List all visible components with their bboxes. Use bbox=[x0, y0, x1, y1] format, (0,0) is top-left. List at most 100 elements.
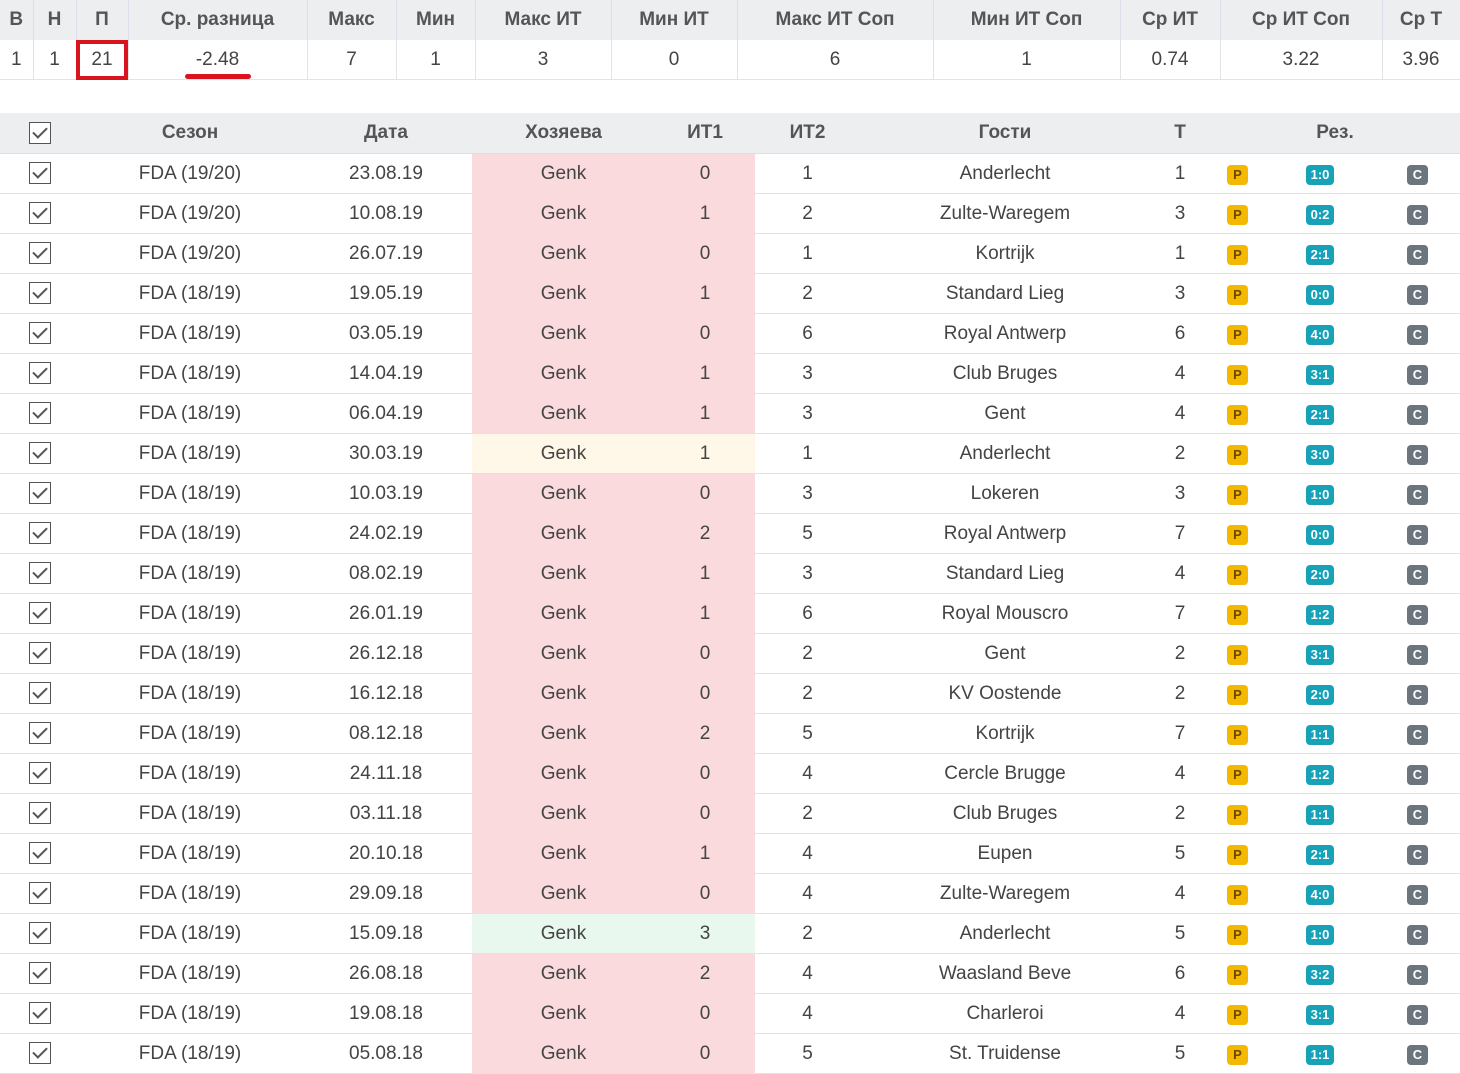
c-badge[interactable]: C bbox=[1406, 404, 1429, 425]
row-checkbox[interactable] bbox=[0, 353, 80, 394]
p-badge[interactable]: P bbox=[1227, 924, 1248, 945]
checkbox-icon[interactable] bbox=[29, 242, 51, 265]
checkbox-icon[interactable] bbox=[29, 162, 51, 185]
row-checkbox[interactable] bbox=[0, 953, 80, 994]
p-badge[interactable]: P bbox=[1227, 1044, 1248, 1065]
table-row[interactable]: FDA (18/19) 30.03.19 Genk 1 1 Anderlecht… bbox=[0, 433, 1460, 474]
row-checkbox[interactable] bbox=[0, 673, 80, 714]
c-badge[interactable]: C bbox=[1406, 1004, 1429, 1025]
result-badge[interactable]: 3:2 bbox=[1305, 964, 1335, 985]
table-row[interactable]: FDA (18/19) 16.12.18 Genk 0 2 KV Oostend… bbox=[0, 673, 1460, 714]
p-badge[interactable]: P bbox=[1227, 244, 1248, 265]
c-badge[interactable]: C bbox=[1406, 524, 1429, 545]
checkbox-icon[interactable] bbox=[29, 522, 51, 545]
c-badge[interactable]: C bbox=[1406, 164, 1429, 185]
c-badge[interactable]: C bbox=[1406, 964, 1429, 985]
p-badge[interactable]: P bbox=[1227, 884, 1248, 905]
checkbox-icon[interactable] bbox=[29, 842, 51, 865]
table-row[interactable]: FDA (18/19) 29.09.18 Genk 0 4 Zulte-Ware… bbox=[0, 873, 1460, 914]
row-checkbox[interactable] bbox=[0, 193, 80, 234]
p-badge[interactable]: P bbox=[1227, 684, 1248, 705]
p-badge[interactable]: P bbox=[1227, 804, 1248, 825]
p-badge[interactable]: P bbox=[1227, 324, 1248, 345]
result-badge[interactable]: 0:0 bbox=[1305, 284, 1335, 305]
table-row[interactable]: FDA (18/19) 14.04.19 Genk 1 3 Club Bruge… bbox=[0, 353, 1460, 394]
result-badge[interactable]: 2:1 bbox=[1305, 404, 1335, 425]
row-checkbox[interactable] bbox=[0, 553, 80, 594]
c-badge[interactable]: C bbox=[1406, 204, 1429, 225]
p-badge[interactable]: P bbox=[1227, 964, 1248, 985]
checkbox-icon[interactable] bbox=[29, 402, 51, 425]
checkbox-icon[interactable] bbox=[29, 121, 51, 144]
row-checkbox[interactable] bbox=[0, 753, 80, 794]
result-badge[interactable]: 2:0 bbox=[1305, 684, 1335, 705]
checkbox-icon[interactable] bbox=[29, 642, 51, 665]
p-badge[interactable]: P bbox=[1227, 604, 1248, 625]
c-badge[interactable]: C bbox=[1406, 804, 1429, 825]
row-checkbox[interactable] bbox=[0, 873, 80, 914]
result-badge[interactable]: 1:0 bbox=[1305, 164, 1335, 185]
c-badge[interactable]: C bbox=[1406, 364, 1429, 385]
col-it1[interactable]: ИТ1 bbox=[655, 113, 755, 154]
checkbox-icon[interactable] bbox=[29, 562, 51, 585]
row-checkbox[interactable] bbox=[0, 833, 80, 874]
checkbox-icon[interactable] bbox=[29, 202, 51, 225]
c-badge[interactable]: C bbox=[1406, 924, 1429, 945]
checkbox-icon[interactable] bbox=[29, 1002, 51, 1025]
row-checkbox[interactable] bbox=[0, 273, 80, 314]
p-badge[interactable]: P bbox=[1227, 444, 1248, 465]
table-row[interactable]: FDA (18/19) 26.08.18 Genk 2 4 Waasland B… bbox=[0, 953, 1460, 994]
c-badge[interactable]: C bbox=[1406, 884, 1429, 905]
result-badge[interactable]: 2:1 bbox=[1305, 244, 1335, 265]
checkbox-icon[interactable] bbox=[29, 722, 51, 745]
row-checkbox[interactable] bbox=[0, 313, 80, 354]
result-badge[interactable]: 1:2 bbox=[1305, 604, 1335, 625]
table-row[interactable]: FDA (19/20) 10.08.19 Genk 1 2 Zulte-Ware… bbox=[0, 193, 1460, 234]
result-badge[interactable]: 1:0 bbox=[1305, 484, 1335, 505]
table-row[interactable]: FDA (18/19) 26.01.19 Genk 1 6 Royal Mous… bbox=[0, 593, 1460, 634]
p-badge[interactable]: P bbox=[1227, 204, 1248, 225]
p-badge[interactable]: P bbox=[1227, 564, 1248, 585]
p-badge[interactable]: P bbox=[1227, 284, 1248, 305]
result-badge[interactable]: 4:0 bbox=[1305, 324, 1335, 345]
p-badge[interactable]: P bbox=[1227, 844, 1248, 865]
checkbox-icon[interactable] bbox=[29, 602, 51, 625]
result-badge[interactable]: 1:1 bbox=[1305, 1044, 1335, 1065]
c-badge[interactable]: C bbox=[1406, 684, 1429, 705]
table-row[interactable]: FDA (18/19) 15.09.18 Genk 3 2 Anderlecht… bbox=[0, 913, 1460, 954]
checkbox-icon[interactable] bbox=[29, 362, 51, 385]
p-badge[interactable]: P bbox=[1227, 404, 1248, 425]
col-total[interactable]: Т bbox=[1150, 113, 1210, 154]
checkbox-icon[interactable] bbox=[29, 322, 51, 345]
checkbox-icon[interactable] bbox=[29, 1042, 51, 1065]
result-badge[interactable]: 2:0 bbox=[1305, 564, 1335, 585]
col-date[interactable]: Дата bbox=[300, 113, 472, 154]
c-badge[interactable]: C bbox=[1406, 284, 1429, 305]
select-all-checkbox[interactable] bbox=[0, 113, 80, 154]
c-badge[interactable]: C bbox=[1406, 444, 1429, 465]
c-badge[interactable]: C bbox=[1406, 644, 1429, 665]
table-row[interactable]: FDA (18/19) 08.02.19 Genk 1 3 Standard L… bbox=[0, 553, 1460, 594]
checkbox-icon[interactable] bbox=[29, 922, 51, 945]
result-badge[interactable]: 3:0 bbox=[1305, 444, 1335, 465]
table-row[interactable]: FDA (19/20) 23.08.19 Genk 0 1 Anderlecht… bbox=[0, 153, 1460, 194]
row-checkbox[interactable] bbox=[0, 473, 80, 514]
col-season[interactable]: Сезон bbox=[80, 113, 300, 154]
table-row[interactable]: FDA (18/19) 06.04.19 Genk 1 3 Gent 4 P 2… bbox=[0, 393, 1460, 434]
col-it2[interactable]: ИТ2 bbox=[755, 113, 860, 154]
row-checkbox[interactable] bbox=[0, 713, 80, 754]
table-row[interactable]: FDA (18/19) 03.05.19 Genk 0 6 Royal Antw… bbox=[0, 313, 1460, 354]
table-row[interactable]: FDA (18/19) 24.02.19 Genk 2 5 Royal Antw… bbox=[0, 513, 1460, 554]
col-away[interactable]: Гости bbox=[860, 113, 1150, 154]
checkbox-icon[interactable] bbox=[29, 762, 51, 785]
result-badge[interactable]: 3:1 bbox=[1305, 644, 1335, 665]
c-badge[interactable]: C bbox=[1406, 484, 1429, 505]
result-badge[interactable]: 1:2 bbox=[1305, 764, 1335, 785]
table-row[interactable]: FDA (18/19) 03.11.18 Genk 0 2 Club Bruge… bbox=[0, 793, 1460, 834]
result-badge[interactable]: 4:0 bbox=[1305, 884, 1335, 905]
p-badge[interactable]: P bbox=[1227, 764, 1248, 785]
c-badge[interactable]: C bbox=[1406, 1044, 1429, 1065]
table-row[interactable]: FDA (18/19) 20.10.18 Genk 1 4 Eupen 5 P … bbox=[0, 833, 1460, 874]
c-badge[interactable]: C bbox=[1406, 844, 1429, 865]
table-row[interactable]: FDA (18/19) 24.11.18 Genk 0 4 Cercle Bru… bbox=[0, 753, 1460, 794]
